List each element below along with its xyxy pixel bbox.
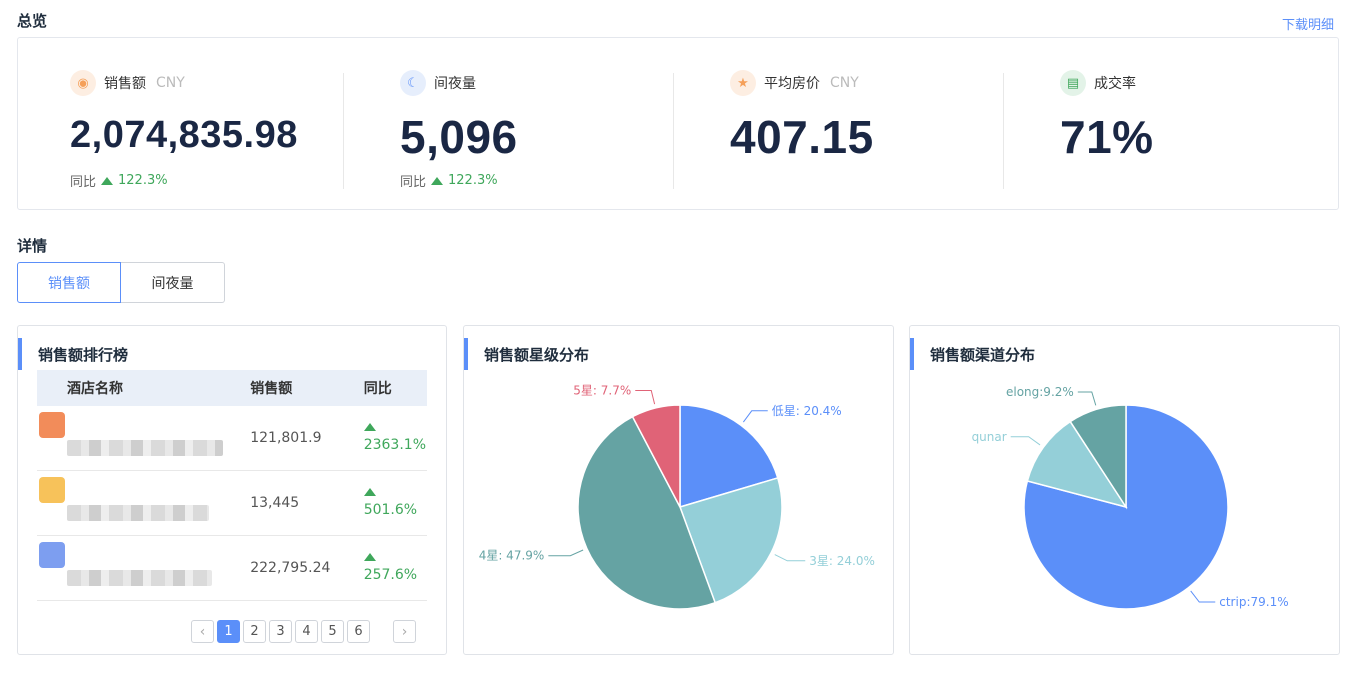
ranking-title: 销售额排行榜 — [18, 338, 128, 370]
table-row[interactable]: 222,795.24 257.6% — [37, 536, 427, 601]
overview-title: 总览 — [17, 10, 47, 31]
kpi-room-nights-value: 5,096 — [400, 110, 518, 164]
page-button-1[interactable]: 1 — [217, 620, 240, 643]
tab-sales[interactable]: 销售额 — [17, 262, 121, 303]
channel-distribution-card: 销售额渠道分布 ctrip:79.1%qunarelong:9.2% — [909, 325, 1340, 655]
kpi-room-nights-label: 间夜量 — [434, 73, 476, 93]
hotel-logo — [39, 477, 65, 503]
kpi-sales-unit: CNY — [156, 75, 185, 91]
prev-page-button[interactable]: ‹ — [191, 620, 214, 643]
table-row[interactable]: 121,801.9 2363.1% — [37, 406, 427, 471]
next-page-button[interactable]: › — [393, 620, 416, 643]
sales-cell: 13,445 — [249, 471, 362, 536]
pie-label-line-3星 — [775, 555, 806, 561]
moon-icon: ☾ — [400, 70, 426, 96]
star-pie-chart: 低星: 20.4% 3星: 24.0% 4星: 47.9% 5星: 7.7% — [464, 326, 893, 654]
kpi-room-nights-yoy-label: 同比 — [400, 171, 426, 190]
channel-pie-chart: ctrip:79.1% qunar elong:9.2% — [910, 326, 1339, 654]
column-hotel-name: 酒店名称 — [37, 370, 249, 406]
pie-label-line-4星 — [548, 550, 583, 556]
yoy-cell: 501.6% — [363, 471, 427, 536]
kpi-divider — [673, 73, 674, 189]
price-icon: ★ — [730, 70, 756, 96]
kpi-conversion-head: ▤ 成交率 — [1060, 70, 1136, 96]
kpi-avg-price-unit: CNY — [830, 75, 859, 91]
kpi-sales: ◉ 销售额 CNY 2,074,835.98 同比 122.3% — [70, 38, 350, 209]
up-arrow-icon — [101, 177, 113, 185]
kpi-avg-price: ★ 平均房价 CNY 407.15 — [730, 38, 990, 209]
hotel-name-redacted — [67, 440, 223, 456]
pie-label-低星: 低星: 20.4% — [772, 404, 842, 418]
kpi-sales-yoy-value: 122.3% — [118, 173, 168, 188]
kpi-room-nights-head: ☾ 间夜量 — [400, 70, 476, 96]
yoy-value: 2363.1% — [364, 437, 426, 453]
pie-label-line-elong — [1078, 392, 1096, 405]
overview-panel: ◉ 销售额 CNY 2,074,835.98 同比 122.3% ☾ 间夜量 5… — [17, 37, 1339, 210]
kpi-avg-price-value: 407.15 — [730, 110, 874, 164]
yoy-cell: 2363.1% — [363, 406, 427, 471]
column-yoy: 同比 — [363, 370, 427, 406]
page-button-2[interactable]: 2 — [243, 620, 266, 643]
hotel-logo — [39, 542, 65, 568]
hotel-name-cell — [37, 471, 249, 536]
kpi-sales-yoy-label: 同比 — [70, 171, 96, 190]
kpi-sales-label: 销售额 — [104, 73, 146, 93]
up-arrow-icon — [364, 423, 376, 431]
yoy-cell: 257.6% — [363, 536, 427, 601]
kpi-room-nights-yoy: 同比 122.3% — [400, 171, 498, 190]
download-details-link[interactable]: 下载明细 — [1282, 14, 1334, 33]
kpi-sales-head: ◉ 销售额 CNY — [70, 70, 185, 96]
up-arrow-icon — [364, 553, 376, 561]
kpi-sales-yoy: 同比 122.3% — [70, 171, 168, 190]
kpi-divider — [343, 73, 344, 189]
pie-label-line-ctrip — [1191, 591, 1216, 602]
pie-label-qunar: qunar — [972, 430, 1007, 444]
yoy-value: 257.6% — [364, 567, 417, 583]
sales-cell: 222,795.24 — [249, 536, 362, 601]
kpi-room-nights: ☾ 间夜量 5,096 同比 122.3% — [400, 38, 660, 209]
pie-label-elong: elong:9.2% — [1006, 385, 1074, 399]
star-distribution-card: 销售额星级分布 低星: 20.4%3星: 24.0%4星: 47.9%5星: 7… — [463, 325, 894, 655]
hotel-name-cell — [37, 406, 249, 471]
kpi-avg-price-label: 平均房价 — [764, 73, 820, 93]
details-tabs: 销售额 间夜量 — [17, 262, 225, 303]
kpi-divider — [1003, 73, 1004, 189]
up-arrow-icon — [364, 488, 376, 496]
ranking-table: 酒店名称 销售额 同比 121,801.9 2363.1% — [37, 370, 427, 601]
table-header-row: 酒店名称 销售额 同比 — [37, 370, 427, 406]
page-button-5[interactable]: 5 — [321, 620, 344, 643]
pie-label-3星: 3星: 24.0% — [809, 554, 875, 568]
hotel-logo — [39, 412, 65, 438]
pie-label-line-qunar — [1011, 437, 1040, 445]
hotel-name-redacted — [67, 505, 209, 521]
kpi-conversion-label: 成交率 — [1094, 73, 1136, 93]
kpi-sales-value: 2,074,835.98 — [70, 114, 298, 157]
hotel-name-cell — [37, 536, 249, 601]
kpi-room-nights-yoy-value: 122.3% — [448, 173, 498, 188]
coin-icon: ◉ — [70, 70, 96, 96]
column-sales: 销售额 — [249, 370, 362, 406]
pie-label-ctrip: ctrip:79.1% — [1219, 595, 1288, 609]
kpi-conversion: ▤ 成交率 71% — [1060, 38, 1320, 209]
pie-label-4星: 4星: 47.9% — [479, 549, 545, 563]
page-button-4[interactable]: 4 — [295, 620, 318, 643]
up-arrow-icon — [431, 177, 443, 185]
pagination: ‹ 1 2 3 4 5 6 › — [191, 620, 416, 643]
details-title: 详情 — [17, 235, 47, 256]
yoy-value: 501.6% — [364, 502, 417, 518]
page-button-3[interactable]: 3 — [269, 620, 292, 643]
page-button-6[interactable]: 6 — [347, 620, 370, 643]
kpi-conversion-value: 71% — [1060, 110, 1154, 164]
pie-label-5星: 5星: 7.7% — [573, 383, 631, 397]
document-icon: ▤ — [1060, 70, 1086, 96]
kpi-avg-price-head: ★ 平均房价 CNY — [730, 70, 859, 96]
pie-label-line-5星 — [635, 390, 654, 404]
table-row[interactable]: 13,445 501.6% — [37, 471, 427, 536]
pie-label-line-低星 — [743, 411, 767, 422]
sales-cell: 121,801.9 — [249, 406, 362, 471]
ranking-card: 销售额排行榜 酒店名称 销售额 同比 121,801.9 2363.1% — [17, 325, 447, 655]
hotel-name-redacted — [67, 570, 212, 586]
tab-room-nights[interactable]: 间夜量 — [121, 262, 225, 303]
